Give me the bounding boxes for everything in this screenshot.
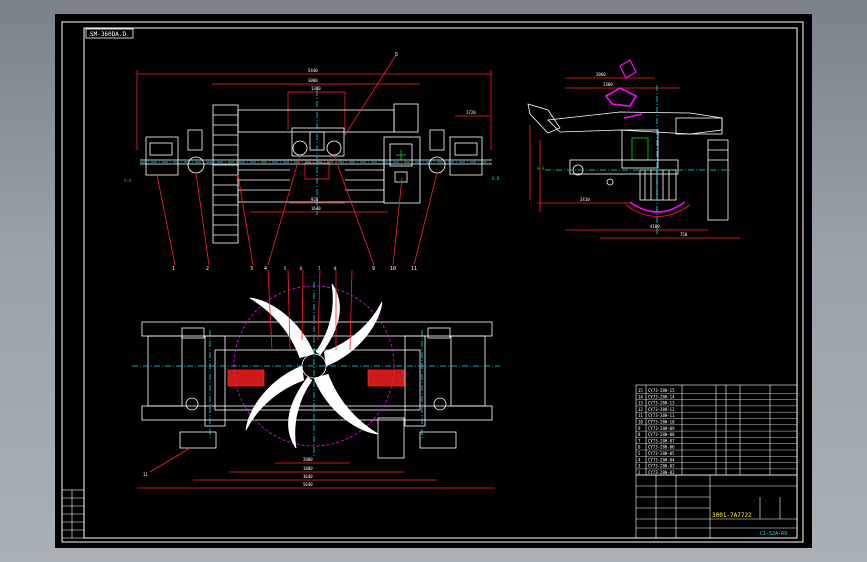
parts-row-code: CY73-28H-05 — [648, 451, 675, 456]
title-block-code: C1-52A-R9 — [760, 531, 787, 537]
title-tag: SM-360DA.D — [85, 28, 134, 39]
dim-text: 5440 — [308, 68, 318, 73]
parts-row-code: CY73-28H-12 — [648, 407, 675, 412]
parts-row-code: CY73-28H-13 — [648, 401, 675, 406]
parts-row-code: CY73-28H-03 — [648, 464, 675, 469]
parts-row-number: 11 — [638, 413, 643, 418]
dim-text: 3640 — [303, 474, 313, 479]
parts-row-number: 15 — [638, 388, 643, 393]
dim-text: 3000 — [308, 78, 318, 83]
outer-border — [61, 21, 804, 543]
dim-text: 2800 — [303, 457, 313, 462]
dim-text: 750 — [680, 232, 688, 237]
parts-row-number: 5 — [638, 451, 641, 456]
callout-1: 1 — [172, 266, 175, 272]
callout-4: 4 — [264, 266, 267, 272]
callout-5: 5 — [284, 266, 287, 271]
parts-row-code: CY73-28H-08 — [648, 432, 675, 437]
parts-row-code: CY73-28H-02 — [648, 470, 675, 475]
callout-8: 8 — [334, 266, 337, 271]
parts-row-code: CY73-28H-10 — [648, 420, 675, 425]
dim-text: 1880 — [303, 466, 313, 471]
parts-row-code: CY73-28H-06 — [648, 445, 675, 450]
parts-row-code: CY73-28H-11 — [648, 413, 675, 418]
dim-text: 1300 — [603, 82, 613, 87]
callout-5: 5 — [395, 52, 398, 58]
parts-row-code: CY73-28H-14 — [648, 394, 675, 399]
dim-text: 2060 — [596, 72, 606, 77]
dim-text: 1720 — [466, 110, 476, 115]
side-dimensions: 2060 1300 2410 4100 750 — [580, 72, 688, 237]
callout-3: 3 — [250, 266, 253, 272]
parts-row-number: 4 — [638, 457, 641, 462]
parts-row-number: 2 — [638, 470, 641, 475]
dim-text: 2410 — [580, 197, 590, 202]
parts-row-number: 12 — [638, 407, 643, 412]
parts-row-code: CY73-28H-04 — [648, 457, 675, 462]
side-view: A-A — [527, 59, 740, 239]
dim-text: 1380 — [311, 86, 321, 91]
dim-text: 920 — [311, 197, 319, 202]
parts-row-number: 14 — [638, 394, 643, 399]
parts-row-number: 8 — [638, 432, 641, 437]
callout-10: 10 — [390, 266, 396, 272]
plan-view — [132, 269, 500, 489]
parts-row-code: CY73-28H-09 — [648, 426, 675, 431]
cad-drawing: SM-360DA.D A-A B-B 1 2 3 4 9 10 11 5 544… — [61, 21, 804, 543]
parts-row-number: 10 — [638, 420, 643, 425]
parts-row-number: 9 — [638, 426, 641, 431]
dim-text: 4100 — [650, 224, 660, 229]
cad-viewport[interactable]: SM-360DA.D A-A B-B 1 2 3 4 9 10 11 5 544… — [0, 0, 867, 562]
parts-list-rows: 15 CY73-28H-15 14 CY73-28H-14 13 CY73-28H-13 1… — [636, 388, 797, 476]
revision-block — [61, 489, 85, 539]
parts-row-number: 13 — [638, 401, 643, 406]
parts-row-number: 3 — [638, 464, 641, 469]
title-block-name: 3001-7A7722 — [712, 512, 752, 519]
drawing-sheet[interactable]: SM-360DA.D A-A B-B 1 2 3 4 9 10 11 5 544… — [55, 14, 812, 548]
svg-text:A-A: A-A — [537, 166, 545, 171]
callout-11: 11 — [411, 266, 417, 272]
dim-text: 5640 — [303, 482, 313, 487]
title-tag-text: SM-360DA.D — [90, 31, 127, 38]
parts-row-number: 7 — [638, 438, 641, 443]
callout-11: 11 — [143, 472, 148, 477]
title-block: 3001-7A7722 C1-52A-R9 — [635, 474, 798, 539]
callout-7: 7 — [318, 266, 321, 271]
callout-6: 6 — [300, 266, 303, 271]
callout-2: 2 — [206, 266, 209, 272]
inner-border — [83, 27, 798, 539]
parts-row-number: 6 — [638, 445, 641, 450]
front-dimensions: 5440 3000 1380 1720 920 1640 — [308, 68, 476, 211]
parts-row-code: CY73-28H-15 — [648, 388, 675, 393]
parts-row-code: CY73-28H-07 — [648, 438, 675, 443]
svg-text:A-A: A-A — [124, 178, 132, 183]
callout-9: 9 — [372, 266, 375, 272]
svg-text:B-B: B-B — [492, 176, 500, 181]
dim-text: 1640 — [311, 206, 321, 211]
